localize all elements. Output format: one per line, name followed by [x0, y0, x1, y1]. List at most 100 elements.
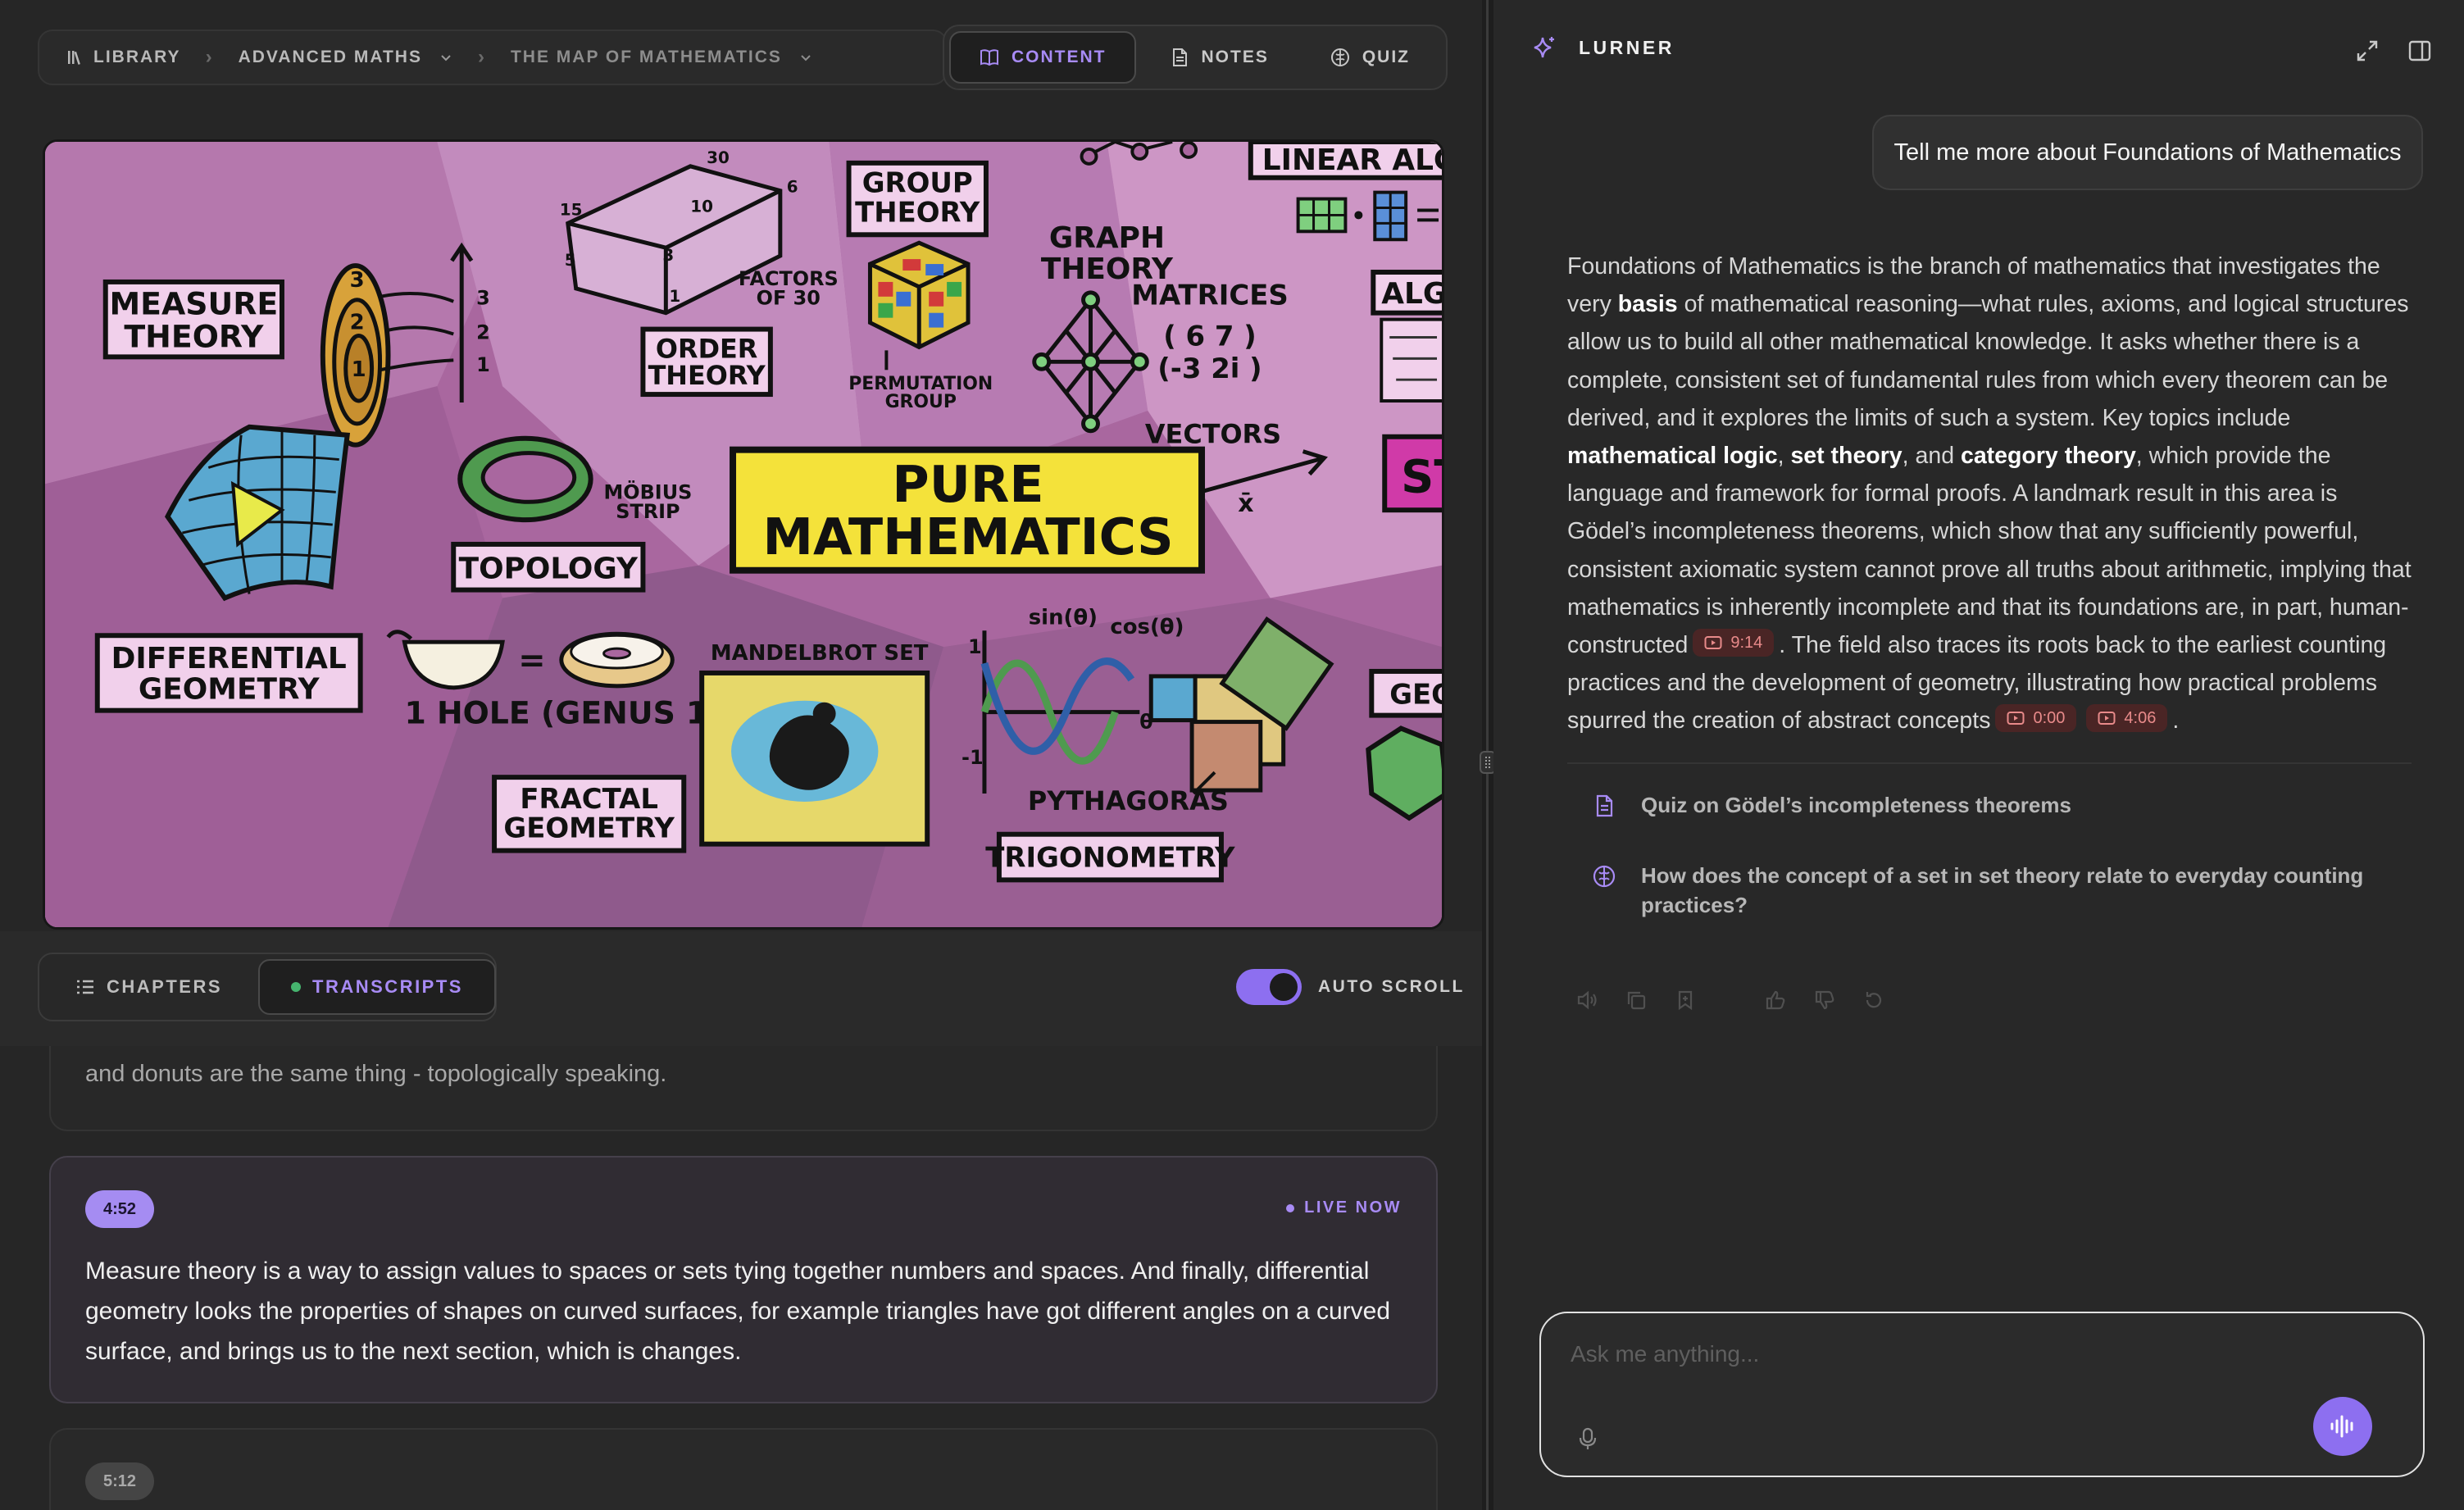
user-message-bubble: Tell me more about Foundations of Mathem…: [1872, 115, 2423, 190]
assistant-panel: LURNER Tell me more about Foundations of…: [1493, 0, 2464, 1510]
breadcrumb-library[interactable]: LIBRARY: [67, 48, 181, 67]
tab-quiz[interactable]: QUIZ: [1302, 31, 1438, 84]
cube-num-10: 10: [690, 197, 713, 216]
transcript-card[interactable]: 5:12: [49, 1428, 1438, 1510]
answer-bold: category theory: [1960, 443, 2136, 470]
reference-time: 9:14: [1730, 633, 1763, 652]
video-label-topology: TOPOLOGY: [459, 553, 639, 586]
thumbs-up-icon[interactable]: [1764, 989, 1787, 1012]
tab-chapters-label: CHAPTERS: [107, 976, 223, 997]
video-label-pythagoras: PYTHAGORAS: [1028, 785, 1229, 816]
transcript-card-live[interactable]: 4:52 LIVE NOW Measure theory is a way to…: [49, 1156, 1438, 1403]
assistant-header: LURNER: [1531, 34, 1675, 61]
video-label-factors-2: OF 30: [757, 287, 821, 310]
video-icon: [2007, 712, 2025, 725]
cube-num-3: 3: [662, 246, 674, 265]
reference-time: 4:06: [2124, 709, 2157, 728]
video-timestamp-reference[interactable]: 0:00: [1995, 704, 2077, 733]
auto-scroll-toggle[interactable]: [1236, 969, 1302, 1005]
matrix-row-2: (-3 2i ): [1157, 352, 1262, 384]
answer-text: , and: [1902, 443, 1961, 470]
list-icon: [77, 980, 93, 994]
microphone-icon[interactable]: [1577, 1426, 1598, 1451]
copy-icon[interactable]: [1625, 989, 1648, 1012]
auto-scroll-control: AUTO SCROLL: [1236, 967, 1465, 1007]
live-dot-icon: [1286, 1203, 1295, 1212]
video-label-permutation-2: GROUP: [885, 392, 957, 412]
axis-num-3: 3: [476, 287, 490, 310]
speaker-icon[interactable]: [1575, 989, 1598, 1012]
video-player[interactable]: MEASURE THEORY 3 2 1 3 2 1 30 15 10 6 5 …: [43, 139, 1444, 930]
live-now-label: LIVE NOW: [1304, 1198, 1402, 1217]
lesson-panel: LIBRARY › ADVANCED MATHS › THE MAP OF MA…: [0, 0, 1482, 1510]
chevron-down-icon: [801, 55, 811, 61]
video-label-matrices: MATRICES: [1131, 280, 1288, 312]
mobius-strip-illustration: [457, 435, 593, 523]
voice-mode-button[interactable]: [2313, 1397, 2372, 1456]
assistant-answer: Foundations of Mathematics is the branch…: [1567, 248, 2412, 740]
mandelbrot-illustration: [699, 670, 930, 847]
grip-icon: [1485, 757, 1490, 768]
answer-bold: basis: [1617, 291, 1678, 318]
tab-content[interactable]: CONTENT: [949, 31, 1136, 84]
video-label-geo: GEO: [1389, 679, 1442, 711]
tab-transcripts[interactable]: TRANSCRIPTS: [258, 959, 496, 1015]
bookmark-icon[interactable]: [1674, 989, 1697, 1012]
chat-input[interactable]: Ask me anything...: [1539, 1312, 2425, 1477]
suggestion-text: Quiz on Gödel’s incompleteness theorems: [1641, 793, 2071, 817]
tab-notes-label: NOTES: [1201, 48, 1269, 66]
trig-one-label: 1: [968, 635, 982, 658]
cube-num-1: 1: [669, 287, 680, 306]
answer-text: of mathematical reasoning—what rules, ax…: [1567, 291, 2409, 431]
transcript-text: Measure theory is a way to assign values…: [85, 1258, 1391, 1365]
transcript-tabs: CHAPTERS TRANSCRIPTS: [38, 953, 497, 1021]
reference-time: 0:00: [2033, 709, 2066, 728]
cube-num-6: 6: [787, 178, 798, 197]
video-label-group-1: GROUP: [862, 167, 973, 199]
sin-label: sin(θ): [1029, 605, 1098, 630]
document-icon: [1596, 794, 1613, 817]
waveform-icon: [2330, 1415, 2353, 1438]
video-label-differential-2: GEOMETRY: [139, 673, 321, 707]
video-timestamp-reference[interactable]: 9:14: [1693, 629, 1775, 657]
breadcrumb-lesson[interactable]: THE MAP OF MATHEMATICS: [511, 48, 813, 67]
tab-content-label: CONTENT: [1012, 48, 1107, 66]
rubiks-cube-illustration: [867, 240, 971, 350]
video-label-group-2: THEORY: [855, 196, 980, 228]
suggestion-quiz[interactable]: Quiz on Gödel’s incompleteness theorems: [1592, 790, 2412, 820]
chevron-right-icon: ›: [205, 46, 214, 68]
video-label-st: ST: [1401, 450, 1442, 503]
cube-num-5: 5: [565, 251, 576, 270]
breadcrumb-course[interactable]: ADVANCED MATHS: [239, 48, 453, 67]
chat-input-placeholder: Ask me anything...: [1571, 1341, 1760, 1367]
video-label-differential-1: DIFFERENTIAL: [111, 642, 347, 675]
thumbs-down-icon[interactable]: [1813, 989, 1836, 1012]
assistant-name: LURNER: [1579, 36, 1675, 58]
refresh-icon[interactable]: [1862, 989, 1885, 1012]
sidebar-toggle-icon[interactable]: [2407, 38, 2433, 64]
auto-scroll-label: AUTO SCROLL: [1318, 977, 1465, 996]
timestamp-badge[interactable]: 5:12: [85, 1462, 155, 1500]
map-of-mathematics-illustration: MEASURE THEORY 3 2 1 3 2 1 30 15 10 6 5 …: [45, 142, 1442, 927]
tab-transcripts-label: TRANSCRIPTS: [312, 976, 463, 997]
answer-bold: set theory: [1790, 443, 1903, 470]
tab-quiz-label: QUIZ: [1362, 48, 1411, 66]
video-timestamp-reference[interactable]: 4:06: [2086, 704, 2168, 733]
tab-notes[interactable]: NOTES: [1141, 31, 1297, 84]
suggestion-question[interactable]: How does the concept of a set in set the…: [1592, 861, 2412, 920]
expand-icon[interactable]: [2354, 38, 2380, 64]
equals-label: =: [518, 642, 545, 680]
ring-num-2: 2: [350, 311, 365, 335]
library-icon: [68, 51, 80, 65]
video-label-vectors: VECTORS: [1145, 419, 1281, 450]
video-label-measure-2: THEORY: [124, 318, 264, 354]
video-label-graph-1: GRAPH: [1049, 221, 1165, 255]
timestamp-badge[interactable]: 4:52: [85, 1190, 155, 1228]
video-label-order-2: THEORY: [648, 360, 766, 391]
tab-chapters[interactable]: CHAPTERS: [44, 959, 253, 1015]
video-icon: [2098, 712, 2116, 725]
cube-num-30: 30: [707, 148, 730, 167]
video-label-mobius-2: STRIP: [616, 500, 680, 523]
chevron-right-icon: ›: [477, 46, 486, 68]
message-actions: [1575, 989, 1885, 1012]
